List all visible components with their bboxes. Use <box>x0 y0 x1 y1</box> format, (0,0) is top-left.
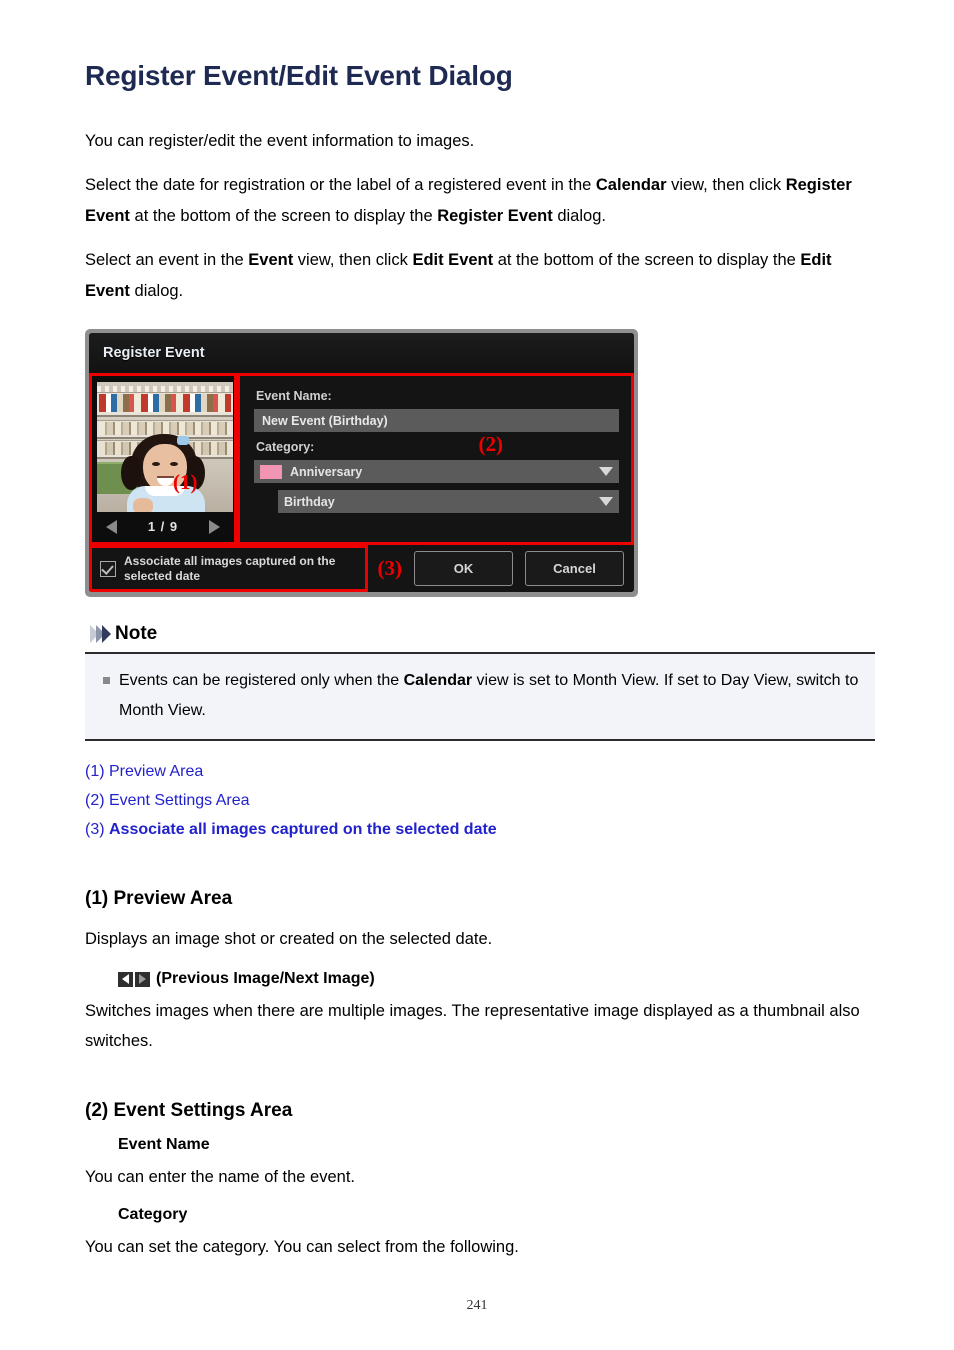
section-1-heading: (1) Preview Area <box>85 888 233 909</box>
chevron-icon-3 <box>102 625 111 643</box>
annotation-label-1: (1) <box>173 470 198 494</box>
section-2-sub-2-heading: Category <box>118 1206 188 1223</box>
link-preview-area[interactable]: (1) Preview Area <box>85 757 875 786</box>
photo-child-eye-right <box>170 462 178 466</box>
link-2-number: (2) <box>85 792 109 809</box>
image-counter: 1 / 9 <box>147 519 179 534</box>
annotation-label-2: (2) <box>478 432 504 456</box>
photo-shelf-items <box>99 394 231 412</box>
previous-image-icon <box>118 971 133 987</box>
intro-p2-calendar: Calendar <box>595 176 667 194</box>
event-settings-area: Event Name: New Event (Birthday) Categor… <box>237 373 634 545</box>
note-box: Events can be registered only when the C… <box>85 652 875 741</box>
subcategory-select-value: Birthday <box>284 494 335 509</box>
photo-child-pigtail-left <box>121 456 141 490</box>
intro-p2-part-e: at the bottom of the screen to display t… <box>129 207 438 225</box>
page-content: Register Event/Edit Event Dialog You can… <box>85 60 875 1268</box>
associate-all-images-option[interactable]: Associate all images captured on the sel… <box>89 545 368 592</box>
dialog-footer: Associate all images captured on the sel… <box>89 545 634 592</box>
dialog-titlebar: Register Event <box>89 333 634 373</box>
chevron-down-icon[interactable] <box>599 467 613 476</box>
section-1-body: Displays an image shot or created on the… <box>85 930 493 948</box>
preview-image: (1) <box>97 382 233 512</box>
link-1-number: (1) <box>85 763 109 780</box>
category-select-value: Anniversary <box>290 464 363 479</box>
section-2-sub-1-body: You can enter the name of the event. <box>85 1168 356 1186</box>
ok-button[interactable]: OK <box>414 551 513 586</box>
photo-child-eye-left <box>152 462 160 466</box>
intro-p3-part-c: view, then click <box>293 251 413 269</box>
intro-p2-register-event-2: Register Event <box>437 207 553 225</box>
preview-area: (1) 1 / 9 <box>89 373 237 545</box>
intro-p2-part-a: Select the date for registration or the … <box>85 176 596 194</box>
event-name-label: Event Name: <box>256 389 332 403</box>
section-2-sub-2-body: You can set the category. You can select… <box>85 1238 519 1256</box>
subcategory-select[interactable]: Birthday <box>278 490 619 513</box>
page-number: 241 <box>466 1298 488 1313</box>
note-item: Events can be registered only when the C… <box>101 666 859 726</box>
note-heading: Note <box>90 623 875 645</box>
intro-paragraph-1: You can register/edit the event informat… <box>85 132 475 150</box>
next-image-icon <box>135 971 150 987</box>
section-2-sub-1-heading: Event Name <box>118 1136 210 1153</box>
link-1-label: Preview Area <box>109 763 204 780</box>
associate-checkbox[interactable] <box>100 560 116 577</box>
arrow-caption-label: (Previous Image/Next Image) <box>156 970 375 987</box>
link-associate-all-images[interactable]: (3) Associate all images captured on the… <box>85 815 875 844</box>
previous-next-image-caption: (Previous Image/Next Image) <box>118 970 875 988</box>
photo-child-hand <box>133 498 153 512</box>
previous-image-icon[interactable] <box>106 519 117 534</box>
chevron-down-icon[interactable] <box>599 497 613 506</box>
register-event-dialog-screenshot: Register Event (1) 1 / 9 Event Name: New… <box>85 329 638 597</box>
intro-p2-part-g: dialog. <box>552 207 606 225</box>
anchor-link-list: (1) Preview Area (2) Event Settings Area… <box>85 757 875 844</box>
dialog-title: Register Event <box>103 345 205 361</box>
intro-paragraph-3: Select an event in the Event view, then … <box>85 245 875 307</box>
document-page: Register Event/Edit Event Dialog You can… <box>0 0 954 1350</box>
intro-p2-part-c: view, then click <box>666 176 786 194</box>
note-heading-label: Note <box>115 623 158 644</box>
triple-chevron-icon <box>90 625 111 643</box>
cancel-button[interactable]: Cancel <box>525 551 624 586</box>
associate-label-line-2: selected date <box>124 568 201 583</box>
intro-p3-part-e: at the bottom of the screen to display t… <box>493 251 801 269</box>
photo-lace-trim <box>97 386 233 392</box>
category-select[interactable]: Anniversary <box>254 460 619 483</box>
category-color-swatch <box>260 464 282 479</box>
intro-p3-edit-event-1: Edit Event <box>412 251 494 269</box>
dialog-button-row: OK Cancel <box>414 545 634 592</box>
note-text-part-a: Events can be registered only when the <box>119 672 404 689</box>
section-2-heading: (2) Event Settings Area <box>85 1100 293 1121</box>
intro-p3-event: Event <box>248 251 294 269</box>
link-2-label: Event Settings Area <box>109 792 250 809</box>
event-name-input[interactable]: New Event (Birthday) <box>254 409 619 432</box>
intro-p3-part-g: dialog. <box>129 282 184 300</box>
link-3-number: (3) <box>85 821 109 838</box>
next-image-icon[interactable] <box>208 519 220 534</box>
dialog-window: Register Event (1) 1 / 9 Event Name: New… <box>89 333 634 592</box>
associate-label-line-1: Associate all images captured on the <box>124 553 336 568</box>
dialog-body: (1) 1 / 9 Event Name: New Event (Birthda… <box>89 373 634 545</box>
link-event-settings-area[interactable]: (2) Event Settings Area <box>85 786 875 815</box>
associate-checkbox-label: Associate all images captured on the sel… <box>124 554 335 584</box>
page-title: Register Event/Edit Event Dialog <box>85 60 513 91</box>
intro-paragraph-2: Select the date for registration or the … <box>85 170 875 232</box>
photo-child-hair-bow <box>177 436 189 445</box>
link-3-label: Associate all images captured on the sel… <box>109 821 497 838</box>
category-label: Category: <box>256 440 315 454</box>
preview-nav-row: 1 / 9 <box>97 512 229 538</box>
note-item-text: Events can be registered only when the C… <box>119 666 859 726</box>
section-1-detail: Switches images when there are multiple … <box>85 1002 860 1050</box>
note-bullet-icon <box>103 677 110 684</box>
intro-p3-part-a: Select an event in the <box>85 251 249 269</box>
note-text-calendar: Calendar <box>403 672 473 689</box>
annotation-label-3: (3) <box>377 556 403 580</box>
